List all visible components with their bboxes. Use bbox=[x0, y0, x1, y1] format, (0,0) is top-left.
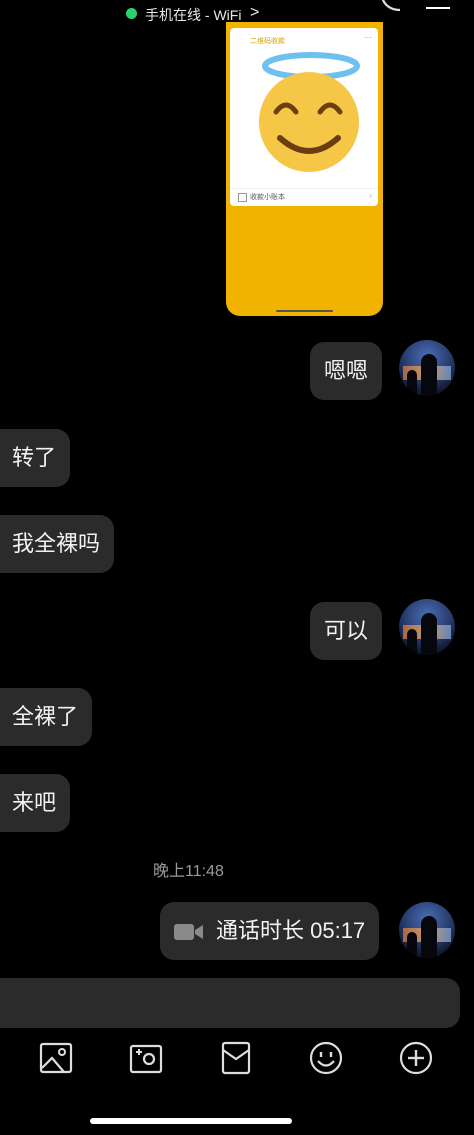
menu-icon[interactable] bbox=[426, 7, 450, 9]
emoji-icon[interactable] bbox=[308, 1038, 344, 1078]
avatar[interactable] bbox=[399, 340, 455, 396]
video-camera-icon bbox=[174, 924, 203, 941]
image-message[interactable]: 二维码收款 ··· 收款小账本 › bbox=[226, 22, 383, 316]
online-dot-icon bbox=[126, 8, 137, 19]
thumbnail-home-bar bbox=[276, 310, 333, 312]
sheet-title: 二维码收款 bbox=[250, 38, 285, 45]
message-input[interactable] bbox=[0, 978, 460, 1028]
phone-call-icon[interactable] bbox=[378, 0, 404, 14]
chat-bubble-received[interactable]: 转了 bbox=[0, 429, 71, 487]
chevron-right-icon: › bbox=[369, 191, 372, 200]
sheet-row-label: 收款小账本 bbox=[250, 194, 285, 201]
chevron-right-icon[interactable]: > bbox=[250, 4, 259, 22]
chat-bubble-sent[interactable]: 可以 bbox=[310, 602, 383, 660]
chat-bubble-received[interactable]: 我全裸吗 bbox=[0, 515, 115, 573]
more-icon: ··· bbox=[364, 33, 372, 42]
chat-bubble-received[interactable]: 来吧 bbox=[0, 774, 71, 832]
chat-toolbar bbox=[0, 1038, 474, 1082]
message-timestamp: 晚上11:48 bbox=[153, 863, 224, 880]
plus-icon[interactable] bbox=[398, 1038, 434, 1078]
camera-icon[interactable] bbox=[128, 1038, 164, 1078]
sheet-row: 收款小账本 › bbox=[230, 188, 378, 207]
chat-bubble-received[interactable]: 全裸了 bbox=[0, 688, 93, 746]
image-icon[interactable] bbox=[38, 1038, 74, 1078]
home-indicator[interactable] bbox=[90, 1118, 292, 1124]
call-record-bubble[interactable]: 通话时长 05:17 bbox=[160, 902, 380, 960]
smiling-face-with-halo-icon bbox=[259, 52, 360, 172]
avatar[interactable] bbox=[399, 599, 455, 655]
call-duration-text: 通话时长 05:17 bbox=[216, 918, 366, 943]
avatar[interactable] bbox=[399, 902, 455, 958]
red-packet-icon[interactable] bbox=[218, 1038, 254, 1078]
ledger-icon bbox=[238, 193, 247, 202]
chat-bubble-sent[interactable]: 嗯嗯 bbox=[310, 342, 383, 400]
